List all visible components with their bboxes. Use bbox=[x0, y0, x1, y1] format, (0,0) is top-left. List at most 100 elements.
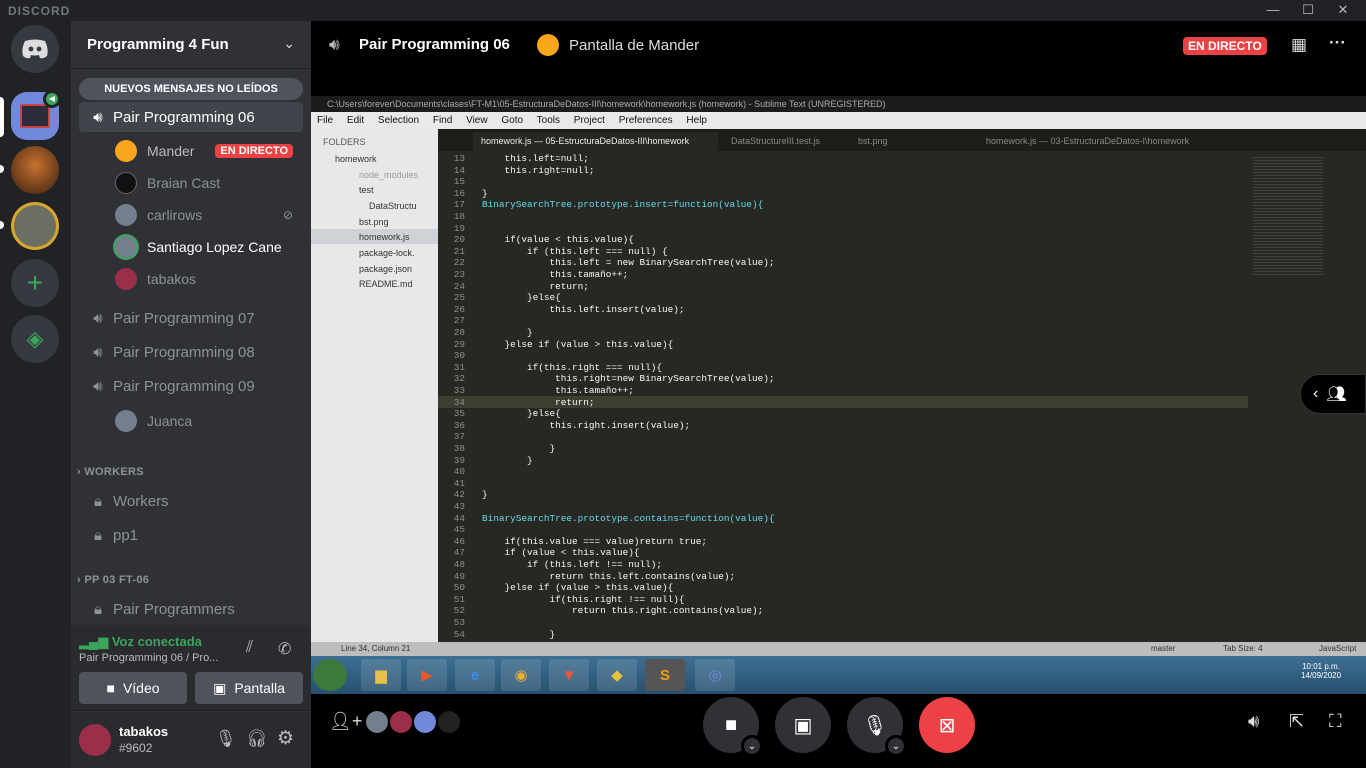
voice-channel-pair-programming-07[interactable]: 🔊︎ Pair Programming 07 bbox=[79, 303, 303, 333]
more-options-icon[interactable]: ··· bbox=[1329, 33, 1346, 53]
headphones-icon[interactable]: 🎧︎ bbox=[246, 729, 268, 749]
explore-servers-icon[interactable]: ◈ bbox=[11, 315, 59, 363]
editor-tab[interactable]: bst.png bbox=[850, 132, 960, 151]
voice-user-juanca[interactable]: Juanca bbox=[115, 406, 303, 436]
pop-out-icon[interactable]: ⇱ bbox=[1289, 711, 1304, 732]
avatar[interactable] bbox=[79, 724, 111, 756]
menu-item[interactable]: Tools bbox=[537, 115, 560, 126]
syntax-mode[interactable]: JavaScript bbox=[1319, 642, 1356, 656]
explorer-icon[interactable]: ▆ bbox=[361, 659, 401, 691]
server-avatar-pubg[interactable] bbox=[11, 202, 59, 250]
stop-stream-button[interactable]: ⊠ bbox=[919, 697, 975, 753]
voice-user-santiago-lopez-cane[interactable]: Santiago Lopez Cane bbox=[115, 232, 303, 262]
home-button[interactable] bbox=[11, 25, 59, 73]
unread-messages-banner[interactable]: NUEVOS MENSAJES NO LEÍDOS bbox=[79, 78, 303, 100]
file-item[interactable]: bst.png bbox=[359, 217, 389, 227]
locked-channel-pair-programmers[interactable]: 🔒︎ Pair Programmers bbox=[79, 594, 303, 624]
voice-user-braian-cast[interactable]: Braian Cast bbox=[115, 168, 303, 198]
system-clock[interactable]: 10:01 p.m. 14/09/2020 bbox=[1301, 662, 1341, 680]
category-workers[interactable]: › WORKERS bbox=[77, 466, 144, 478]
voice-user-mander[interactable]: Mander EN DIRECTO bbox=[115, 136, 303, 166]
editor-tab[interactable]: homework.js — 03-EstructuraDeDatos-I\hom… bbox=[978, 132, 1208, 151]
sublime-icon[interactable]: S bbox=[645, 659, 685, 691]
line-number: 29 bbox=[453, 338, 465, 350]
invite-user-icon[interactable]: 👤︎+ bbox=[329, 711, 362, 732]
screen-share-stream[interactable]: C:\Users\forever\Documents\clases\FT-M1\… bbox=[311, 96, 1366, 694]
minimize-icon[interactable]: — bbox=[1258, 2, 1288, 19]
server-avatar-warrior[interactable] bbox=[11, 146, 59, 194]
folder-item[interactable]: node_modules bbox=[359, 170, 418, 180]
tab-size[interactable]: Tab Size: 4 bbox=[1223, 642, 1263, 656]
show-members-button[interactable]: ‹ 👥︎ bbox=[1300, 374, 1366, 414]
fullscreen-icon[interactable]: ⛶ bbox=[1329, 711, 1342, 732]
ie-icon[interactable]: e bbox=[455, 659, 495, 691]
microphone-icon[interactable]: 🎙︎ bbox=[215, 729, 237, 749]
voice-stage: 🔊︎ Pair Programming 06 Pantalla de Mande… bbox=[311, 21, 1366, 768]
server-programming-4-fun[interactable]: ◀ bbox=[11, 90, 61, 140]
menu-item[interactable]: Project bbox=[574, 115, 605, 126]
menu-item[interactable]: Help bbox=[686, 115, 707, 126]
file-item[interactable]: package.json bbox=[359, 264, 412, 274]
add-server-icon[interactable]: + bbox=[11, 259, 59, 307]
line-number: 38 bbox=[453, 443, 465, 454]
app-icon[interactable]: ◆ bbox=[597, 659, 637, 691]
camera-button[interactable]: ■ ⌄ bbox=[703, 697, 763, 757]
start-button[interactable] bbox=[313, 659, 347, 691]
video-button[interactable]: ■ Vídeo bbox=[79, 672, 187, 704]
line-number: 15 bbox=[453, 176, 465, 188]
noise-suppression-icon[interactable]: ⫽ bbox=[246, 639, 253, 657]
locked-channel-workers[interactable]: 🔒︎ Workers bbox=[79, 486, 303, 516]
voice-user-carlirows[interactable]: carlirows ⊘ bbox=[115, 200, 303, 230]
chevron-down-icon[interactable]: ⌄ bbox=[283, 35, 295, 52]
microphone-button[interactable]: 🎙︎ ⌄ bbox=[847, 697, 907, 757]
file-item[interactable]: package-lock. bbox=[359, 248, 415, 258]
media-player-icon[interactable]: ▶ bbox=[407, 659, 447, 691]
discord-taskbar-icon[interactable]: ◎ bbox=[695, 659, 735, 691]
voice-user-tabakos[interactable]: tabakos bbox=[115, 264, 303, 294]
editor-tab-active[interactable]: homework.js — 05-EstructuraDeDatos-III\h… bbox=[473, 132, 718, 151]
brave-icon[interactable]: ▼ bbox=[549, 659, 589, 691]
volume-icon[interactable]: 🔊︎ bbox=[1248, 711, 1259, 732]
menu-item[interactable]: Goto bbox=[501, 115, 523, 126]
menu-item[interactable]: File bbox=[317, 115, 333, 126]
locked-channel-pp1[interactable]: 🔒︎ pp1 bbox=[79, 520, 303, 550]
voice-channel-path[interactable]: Pair Programming 06 / Pro... bbox=[79, 652, 218, 664]
grid-view-icon[interactable]: ▦ bbox=[1291, 35, 1307, 55]
git-branch[interactable]: master bbox=[1151, 642, 1175, 656]
channel-label: Pair Programmers bbox=[113, 600, 235, 618]
stream-title: Pantalla de Mander bbox=[569, 37, 700, 54]
close-icon[interactable]: ✕ bbox=[1328, 2, 1358, 19]
file-item[interactable]: README.md bbox=[359, 279, 413, 289]
deafened-icon: ⊘ bbox=[282, 208, 293, 222]
voice-status[interactable]: ▂▄▆ Voz conectada bbox=[79, 634, 202, 650]
chrome-icon[interactable]: ◉ bbox=[501, 659, 541, 691]
gear-icon[interactable]: ⚙ bbox=[277, 727, 294, 750]
menu-item[interactable]: Selection bbox=[378, 115, 419, 126]
file-item-active[interactable]: homework.js bbox=[359, 232, 410, 242]
maximize-icon[interactable]: ☐ bbox=[1293, 2, 1323, 19]
chevron-down-icon[interactable]: ⌄ bbox=[741, 735, 763, 757]
screen-share-button[interactable]: ▣ Pantalla bbox=[195, 672, 303, 704]
code-editor[interactable]: 13 this.left=null; 14 this.right=null; 15 1… bbox=[438, 151, 1248, 642]
editor-tab[interactable]: DataStructureIII.test.js bbox=[723, 132, 843, 151]
voice-user-name: Juanca bbox=[147, 413, 193, 429]
chevron-down-icon[interactable]: ⌄ bbox=[885, 735, 907, 757]
folder-item[interactable]: homework bbox=[335, 154, 377, 164]
voice-channel-pair-programming-06[interactable]: 🔊︎ Pair Programming 06 bbox=[79, 102, 303, 132]
line-number: 27 bbox=[453, 315, 465, 327]
category-pp-03-ft-06[interactable]: › PP 03 FT-06 bbox=[77, 574, 149, 586]
file-item[interactable]: DataStructu bbox=[369, 201, 417, 211]
voice-channel-pair-programming-08[interactable]: 🔊︎ Pair Programming 08 bbox=[79, 337, 303, 367]
disconnect-icon[interactable]: ✆ bbox=[278, 639, 291, 659]
screen-share-toggle[interactable]: ▣ bbox=[775, 697, 831, 753]
screen-share-icon: ▣ bbox=[213, 679, 227, 696]
menu-item[interactable]: Find bbox=[433, 115, 452, 126]
folder-item[interactable]: test bbox=[359, 185, 374, 195]
menu-item[interactable]: View bbox=[466, 115, 488, 126]
server-header[interactable]: Programming 4 Fun ⌄ bbox=[71, 21, 311, 69]
voice-channel-pair-programming-09[interactable]: 🔊︎ Pair Programming 09 bbox=[79, 371, 303, 401]
menu-item[interactable]: Preferences bbox=[619, 115, 673, 126]
code-line: this.tamaño++; bbox=[482, 269, 629, 280]
code-line: if(value < this.value){ bbox=[482, 234, 634, 246]
menu-item[interactable]: Edit bbox=[347, 115, 364, 126]
